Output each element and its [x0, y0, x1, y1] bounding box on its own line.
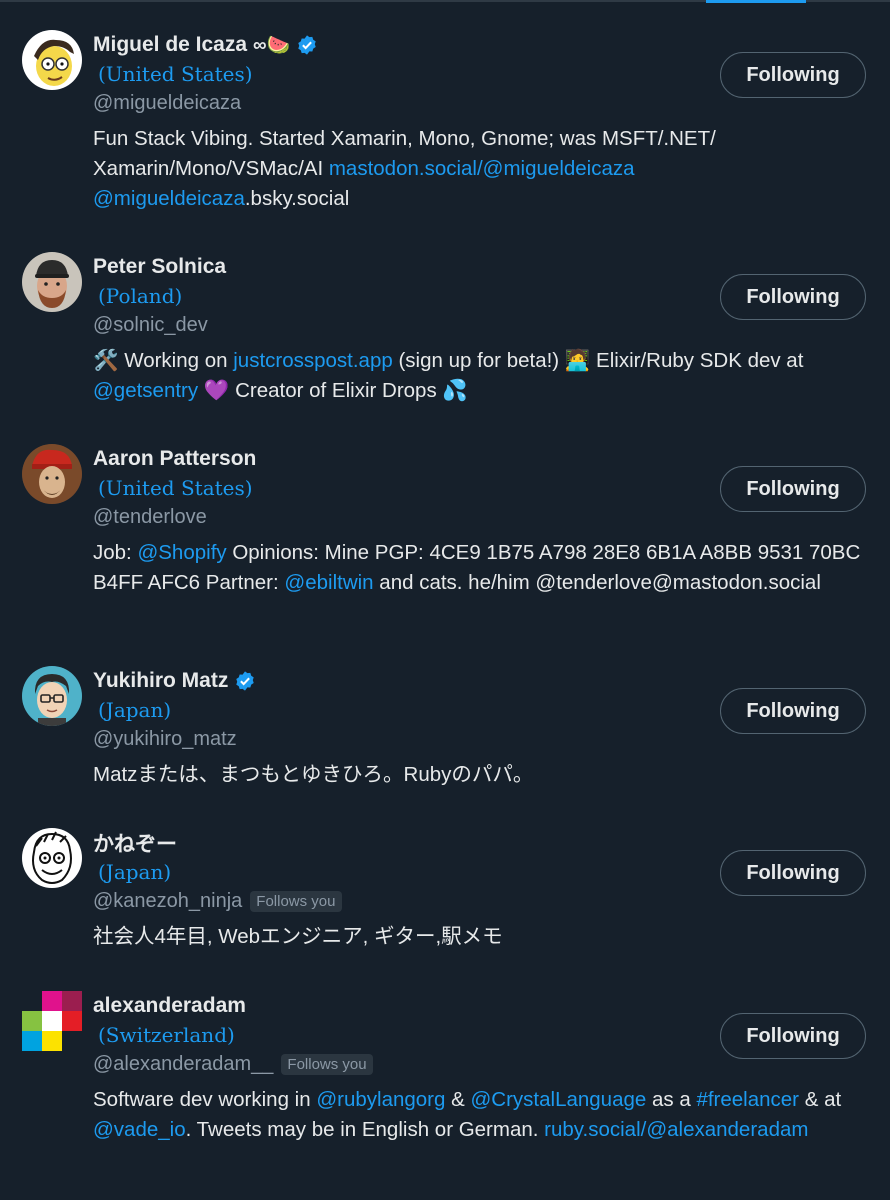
bearded-man-cap-avatar-icon [22, 252, 82, 312]
cartoon-glasses-man-avatar-icon [22, 666, 82, 726]
user-bio: Fun Stack Vibing. Started Xamarin, Mono,… [93, 124, 873, 214]
user-location: (Switzerland) [98, 1023, 235, 1047]
user-name[interactable]: Miguel de Icaza [93, 33, 247, 57]
following-button[interactable]: Following [720, 688, 866, 734]
bio-text: .bsky.social [244, 187, 350, 210]
avatar[interactable] [22, 444, 82, 504]
bio-text: 社会人4年目, Webエンジニア, ギター,駅メモ [93, 925, 503, 948]
user-name[interactable]: Yukihiro Matz [93, 669, 228, 693]
following-button[interactable]: Following [720, 274, 866, 320]
bio-mention[interactable]: @vade_io [93, 1118, 186, 1141]
user-location: (Japan) [98, 860, 172, 884]
user-location: (Poland) [98, 284, 183, 308]
avatar[interactable] [22, 30, 82, 90]
bio-text: & [445, 1088, 471, 1111]
user-bio: 🛠️ Working on justcrosspost.app (sign up… [93, 346, 873, 406]
user-handle[interactable]: @kanezoh_ninja [93, 890, 242, 913]
user-bio: Software dev working in @rubylangorg & @… [93, 1085, 873, 1145]
user-location: (Japan) [98, 698, 172, 722]
bio-link[interactable]: justcrosspost.app [233, 349, 393, 372]
bio-text: and cats. he/him @tenderlove@mastodon.so… [373, 571, 821, 594]
user-cell[interactable]: Yukihiro Matz (Japan) @yukihiro_matz Mat… [0, 666, 890, 806]
avatar[interactable] [22, 252, 82, 312]
verified-badge-icon [296, 34, 318, 56]
avatar[interactable] [22, 666, 82, 726]
painting-red-hat-avatar-icon [22, 444, 82, 504]
user-cell[interactable]: かねぞー (Japan) @kanezoh_ninja Follows you … [0, 828, 890, 968]
handle-line: @yukihiro_matz [93, 728, 237, 751]
user-cell[interactable]: alexanderadam (Switzerland) @alexanderad… [0, 991, 890, 1191]
colorful-tiles-avatar-icon [22, 991, 82, 1051]
user-handle[interactable]: @yukihiro_matz [93, 728, 237, 751]
bio-hashtag[interactable]: #freelancer [696, 1088, 799, 1111]
user-bio: Matzまたは、まつもとゆきひろ。Rubyのパパ。 [93, 760, 873, 790]
bio-text: & at [799, 1088, 842, 1111]
bio-text: as a [646, 1088, 697, 1111]
sweat-drops-emoji-icon: 💦 [442, 379, 468, 402]
user-handle[interactable]: @alexanderadam__ [93, 1053, 273, 1076]
following-button[interactable]: Following [720, 1013, 866, 1059]
technologist-emoji-icon: 🧑‍💻 [564, 349, 591, 372]
bio-text: (sign up for beta!) [392, 349, 565, 372]
user-bio: Job: @Shopify Opinions: Mine PGP: 4CE9 1… [93, 538, 873, 598]
user-name[interactable]: Peter Solnica [93, 255, 226, 279]
user-location: (United States) [98, 62, 253, 86]
bio-mention[interactable]: @getsentry [93, 379, 198, 402]
active-tab-indicator [706, 0, 806, 3]
bio-text: Software dev working in [93, 1088, 317, 1111]
user-bio: 社会人4年目, Webエンジニア, ギター,駅メモ [93, 922, 873, 952]
bio-text: Elixir/Ruby SDK dev at [590, 349, 804, 372]
follows-you-badge: Follows you [250, 891, 342, 912]
bio-mention[interactable]: @migueldeicaza [93, 187, 245, 210]
bio-mention[interactable]: @rubylangorg [316, 1088, 445, 1111]
user-cell[interactable]: Aaron Patterson (United States) @tenderl… [0, 444, 890, 644]
display-name[interactable]: Peter Solnica [93, 252, 226, 282]
user-name[interactable]: かねぞー [93, 828, 177, 858]
avatar[interactable] [22, 828, 82, 888]
bio-mention[interactable]: @ebiltwin [284, 571, 373, 594]
user-location: (United States) [98, 476, 253, 500]
bio-text: Matzまたは、まつもとゆきひろ。Rubyのパパ。 [93, 763, 534, 786]
sketch-face-avatar-icon [22, 828, 82, 888]
user-handle[interactable]: @migueldeicaza [93, 92, 241, 115]
user-cell[interactable]: Miguel de Icaza ∞🍉 (United States) @migu… [0, 30, 890, 230]
purple-heart-emoji-icon: 💜 [203, 379, 230, 402]
bio-mention[interactable]: @CrystalLanguage [470, 1088, 646, 1111]
handle-line: @kanezoh_ninja Follows you [93, 890, 342, 913]
following-button[interactable]: Following [720, 850, 866, 896]
bio-text: Working on [118, 349, 234, 372]
handle-line: @tenderlove [93, 506, 207, 529]
following-button[interactable]: Following [720, 466, 866, 512]
user-name[interactable]: Aaron Patterson [93, 447, 256, 471]
follows-you-badge: Follows you [281, 1054, 373, 1075]
display-name[interactable]: Aaron Patterson [93, 444, 256, 474]
user-handle[interactable]: @solnic_dev [93, 314, 208, 337]
name-emoji: ∞🍉 [253, 34, 291, 56]
bio-text: Job: [93, 541, 138, 564]
cartoon-yellow-face-avatar-icon [22, 30, 82, 90]
following-button[interactable]: Following [720, 52, 866, 98]
handle-line: @solnic_dev [93, 314, 208, 337]
verified-badge-icon [234, 670, 256, 692]
bio-text: Creator of Elixir Drops [229, 379, 443, 402]
bio-link[interactable]: ruby.social/@alexanderadam [544, 1118, 808, 1141]
user-handle[interactable]: @tenderlove [93, 506, 207, 529]
display-name[interactable]: かねぞー [93, 828, 177, 858]
user-name[interactable]: alexanderadam [93, 994, 246, 1018]
tools-emoji-icon: 🛠️ [93, 349, 119, 372]
handle-line: @migueldeicaza [93, 92, 241, 115]
avatar[interactable] [22, 991, 82, 1051]
bio-link[interactable]: mastodon.social/@migueldeicaza [329, 157, 635, 180]
bio-mention[interactable]: @Shopify [137, 541, 226, 564]
handle-line: @alexanderadam__ Follows you [93, 1053, 373, 1076]
display-name[interactable]: Miguel de Icaza ∞🍉 [93, 30, 318, 60]
display-name[interactable]: Yukihiro Matz [93, 666, 256, 696]
user-cell[interactable]: Peter Solnica (Poland) @solnic_dev 🛠️ Wo… [0, 252, 890, 422]
display-name[interactable]: alexanderadam [93, 991, 246, 1021]
bio-text: . Tweets may be in English or German. [185, 1118, 545, 1141]
